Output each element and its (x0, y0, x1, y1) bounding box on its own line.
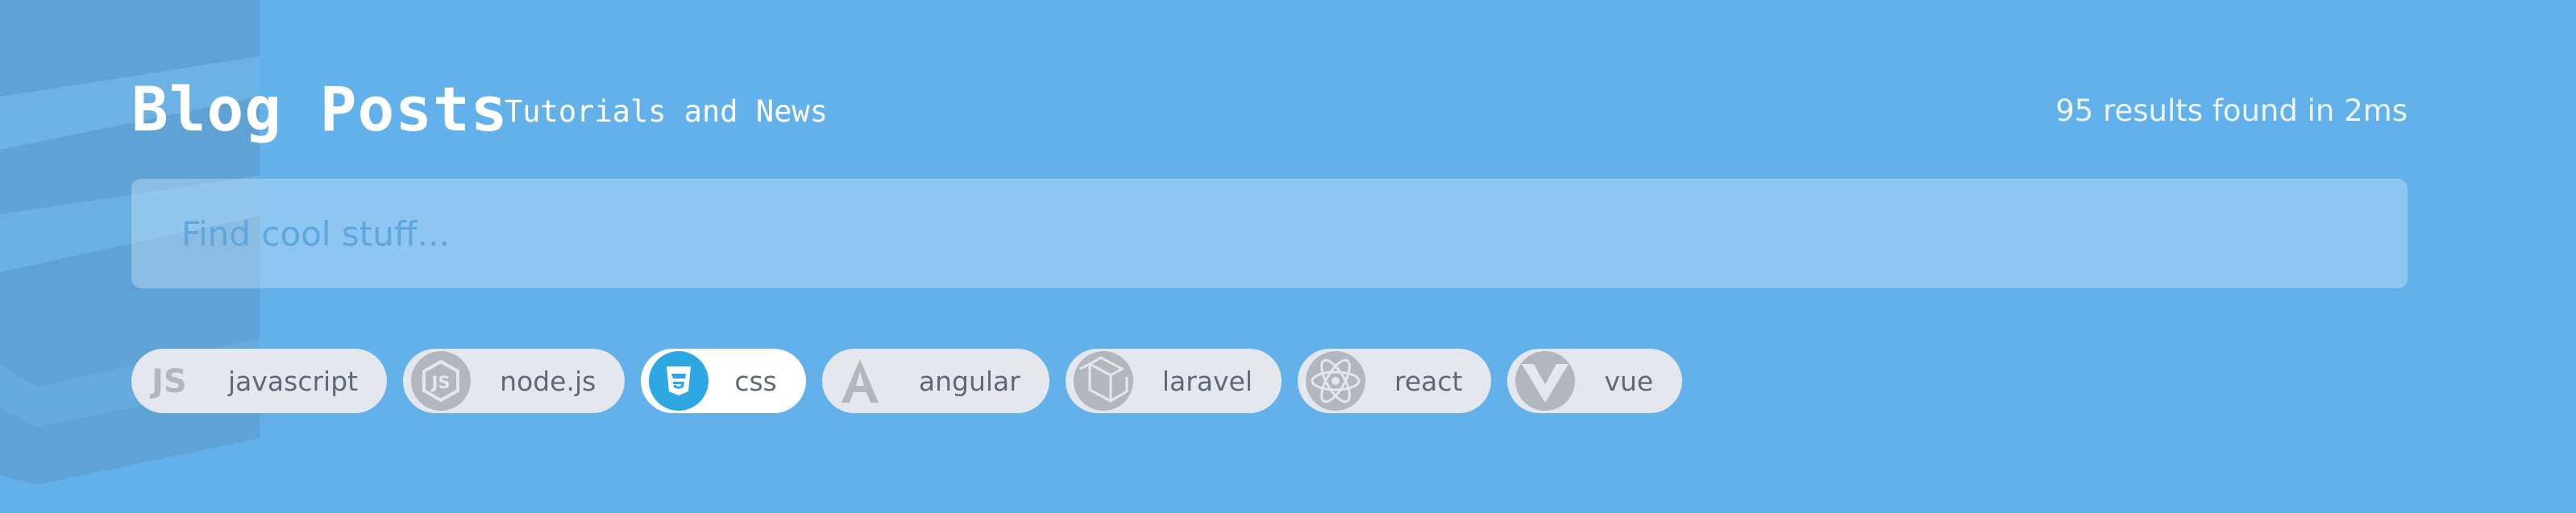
tag-react[interactable]: react (1298, 349, 1492, 413)
tag-nodejs[interactable]: JS node.js (403, 349, 625, 413)
svg-text:JS: JS (430, 373, 451, 392)
tag-label: react (1394, 365, 1463, 397)
svg-text:JS: JS (149, 363, 187, 400)
results-count: 95 results found in 2ms (2055, 93, 2408, 128)
page-title: Blog Posts (131, 73, 509, 145)
tag-label: css (734, 365, 777, 397)
tag-javascript[interactable]: JS javascript (131, 349, 388, 413)
css-icon (649, 351, 709, 411)
tag-css[interactable]: css (641, 349, 806, 413)
tag-label: javascript (228, 365, 359, 397)
blog-posts-page: Blog Posts Tutorials and News 95 results… (0, 0, 2576, 513)
tag-label: laravel (1161, 365, 1253, 397)
tag-label: node.js (500, 365, 596, 397)
page-header: Blog Posts Tutorials and News 95 results… (131, 71, 2408, 148)
vue-icon (1515, 351, 1576, 411)
tag-laravel[interactable]: laravel (1065, 349, 1282, 413)
tag-vue[interactable]: vue (1507, 349, 1683, 413)
tag-angular[interactable]: angular (821, 349, 1049, 413)
search-input[interactable] (131, 179, 2408, 288)
nodejs-icon: JS (411, 351, 472, 411)
javascript-icon: JS (139, 351, 199, 411)
react-icon (1306, 351, 1366, 411)
tag-label: angular (918, 365, 1020, 397)
laravel-icon (1073, 351, 1133, 411)
tag-label: vue (1604, 365, 1654, 397)
tag-filter-list: JS javascript JS node.js css angular lar… (131, 349, 1683, 413)
angular-icon (830, 351, 890, 411)
page-subtitle: Tutorials and News (505, 94, 828, 129)
